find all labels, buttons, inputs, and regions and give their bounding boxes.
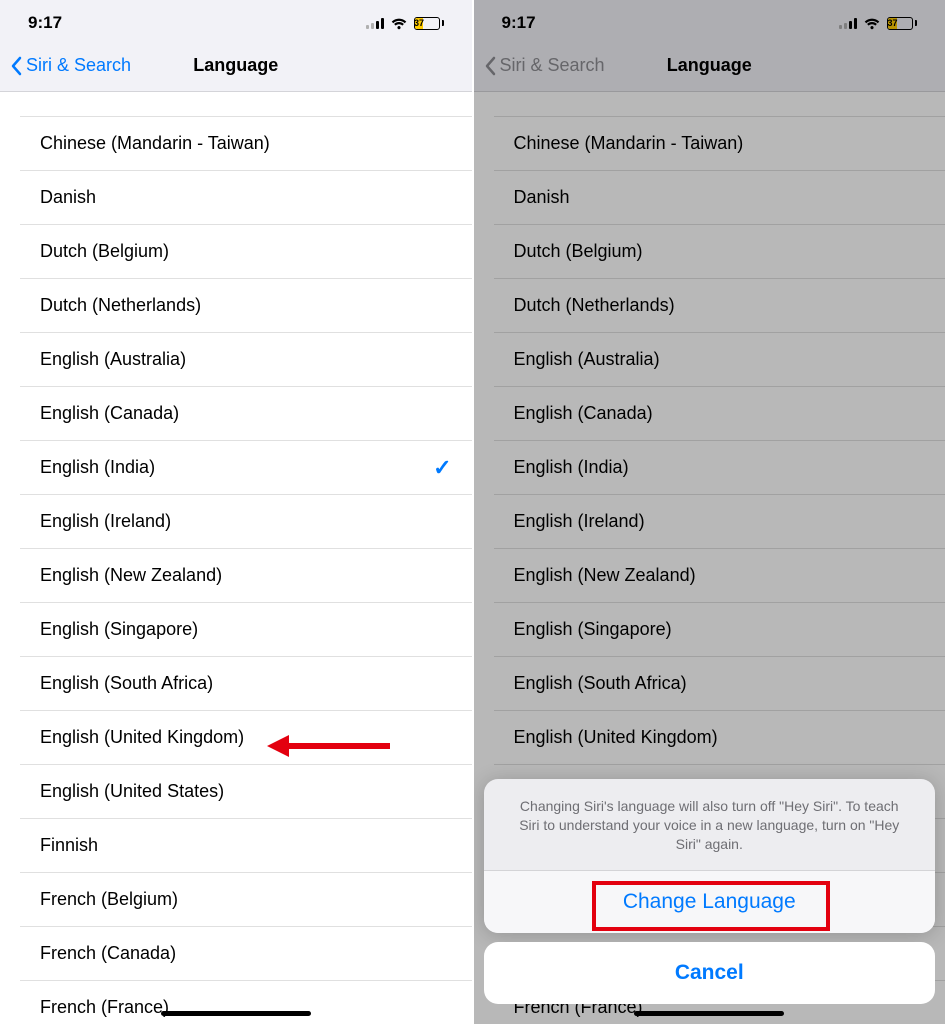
- list-item-label: English (Canada): [40, 403, 179, 424]
- list-item[interactable]: Finnish: [20, 819, 472, 873]
- list-item-label: English (Singapore): [40, 619, 198, 640]
- list-item-label: English (New Zealand): [514, 565, 696, 586]
- status-icons: 37: [839, 17, 917, 30]
- list-item-label: English (Ireland): [514, 511, 645, 532]
- status-icons: 37: [366, 17, 444, 30]
- list-item-label: Dutch (Netherlands): [40, 295, 201, 316]
- list-item-label: Danish: [514, 187, 570, 208]
- cellular-icon: [366, 17, 384, 29]
- list-item-label: English (United States): [40, 781, 224, 802]
- list-item[interactable]: Danish: [494, 171, 946, 225]
- list-item[interactable]: English (South Africa): [494, 657, 946, 711]
- sheet-message: Changing Siri's language will also turn …: [484, 779, 936, 871]
- clock: 9:17: [502, 13, 536, 33]
- list-item-label: English (Singapore): [514, 619, 672, 640]
- battery-icon: 37: [414, 17, 444, 30]
- list-item-label: Dutch (Belgium): [514, 241, 643, 262]
- back-label: Siri & Search: [500, 55, 605, 76]
- change-language-button[interactable]: Change Language: [484, 871, 936, 933]
- list-item[interactable]: English (United States): [20, 765, 472, 819]
- list-item[interactable]: English (Australia): [20, 333, 472, 387]
- back-button[interactable]: Siri & Search: [10, 55, 131, 76]
- wifi-icon: [390, 17, 408, 30]
- cancel-button[interactable]: Cancel: [484, 942, 936, 1004]
- list-item[interactable]: Dutch (Belgium): [494, 225, 946, 279]
- list-item-label: English (Australia): [514, 349, 660, 370]
- list-item[interactable]: Danish: [20, 171, 472, 225]
- list-item[interactable]: English (Ireland): [20, 495, 472, 549]
- list-item-label: Danish: [40, 187, 96, 208]
- home-indicator[interactable]: [634, 1011, 784, 1016]
- status-bar: 9:17 37: [474, 0, 946, 40]
- list-item[interactable]: English (India) ✓: [20, 441, 472, 495]
- list-item[interactable]: English (Singapore): [20, 603, 472, 657]
- list-item-label: English (New Zealand): [40, 565, 222, 586]
- list-item-label: English (Canada): [514, 403, 653, 424]
- list-item-label: French (Belgium): [40, 889, 178, 910]
- list-item-label: English (India): [514, 457, 629, 478]
- list-item[interactable]: English (Ireland): [494, 495, 946, 549]
- wifi-icon: [863, 17, 881, 30]
- list-item-label: English (Ireland): [40, 511, 171, 532]
- status-bar: 9:17 37: [0, 0, 472, 40]
- list-item-label: English (South Africa): [40, 673, 213, 694]
- phone-right: 9:17 37 Siri & Search Language Chinese (…: [474, 0, 947, 1024]
- list-item[interactable]: English (New Zealand): [20, 549, 472, 603]
- list-item[interactable]: English (Australia): [494, 333, 946, 387]
- list-item[interactable]: English (Canada): [20, 387, 472, 441]
- list-item[interactable]: English (India): [494, 441, 946, 495]
- language-list-left[interactable]: Chinese (Mandarin - China mainland) Chin…: [0, 92, 472, 1024]
- list-item[interactable]: Dutch (Netherlands): [20, 279, 472, 333]
- list-item[interactable]: Dutch (Netherlands): [494, 279, 946, 333]
- list-item[interactable]: English (South Africa): [20, 657, 472, 711]
- list-item[interactable]: French (Canada): [20, 927, 472, 981]
- list-item[interactable]: Dutch (Belgium): [20, 225, 472, 279]
- checkmark-icon: ✓: [433, 455, 451, 481]
- list-item[interactable]: Chinese (Mandarin - Taiwan): [20, 117, 472, 171]
- list-item[interactable]: English (Singapore): [494, 603, 946, 657]
- list-item-label: French (Canada): [40, 943, 176, 964]
- list-item-label: English (United Kingdom): [40, 727, 244, 748]
- list-item[interactable]: English (New Zealand): [494, 549, 946, 603]
- list-item-label: French (France): [40, 997, 169, 1018]
- list-item[interactable]: English (Canada): [494, 387, 946, 441]
- list-item-label: Finnish: [40, 835, 98, 856]
- list-item-label: English (India): [40, 457, 155, 478]
- back-label: Siri & Search: [26, 55, 131, 76]
- list-item-label: Dutch (Belgium): [40, 241, 169, 262]
- action-sheet: Changing Siri's language will also turn …: [484, 779, 936, 933]
- list-item[interactable]: French (France): [20, 981, 472, 1024]
- back-button[interactable]: Siri & Search: [484, 55, 605, 76]
- clock: 9:17: [28, 13, 62, 33]
- phone-left: 9:17 37 Siri & Search Language Chinese (…: [0, 0, 474, 1024]
- list-item[interactable]: Chinese (Mandarin - Taiwan): [494, 117, 946, 171]
- list-item[interactable]: English (United Kingdom): [494, 711, 946, 765]
- list-item[interactable]: French (Belgium): [20, 873, 472, 927]
- list-item-label: English (United Kingdom): [514, 727, 718, 748]
- list-item-label: English (South Africa): [514, 673, 687, 694]
- list-item[interactable]: English (United Kingdom): [20, 711, 472, 765]
- nav-bar: Siri & Search Language: [474, 40, 946, 92]
- list-item-cut[interactable]: Chinese (Mandarin - China mainland): [20, 92, 472, 117]
- list-item-label: Chinese (Mandarin - Taiwan): [514, 133, 744, 154]
- cellular-icon: [839, 17, 857, 29]
- nav-bar: Siri & Search Language: [0, 40, 472, 92]
- battery-icon: 37: [887, 17, 917, 30]
- list-item-label: Chinese (Mandarin - Taiwan): [40, 133, 270, 154]
- list-item-label: English (Australia): [40, 349, 186, 370]
- home-indicator[interactable]: [161, 1011, 311, 1016]
- list-item-cut: Chinese (Mandarin - China mainland): [494, 92, 946, 117]
- list-item-label: Dutch (Netherlands): [514, 295, 675, 316]
